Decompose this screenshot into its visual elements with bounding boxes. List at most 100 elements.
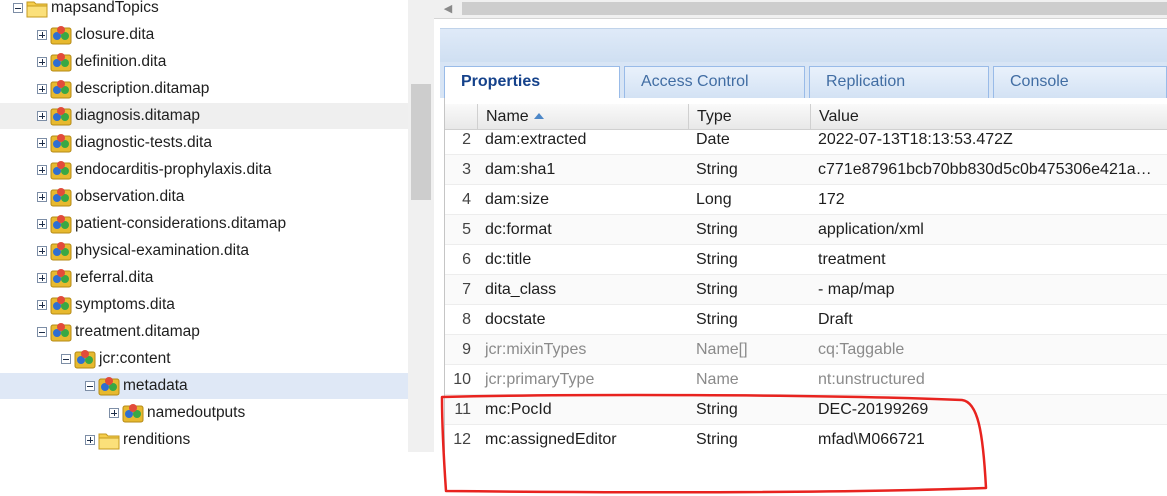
tree-item-label: physical-examination.dita (75, 242, 250, 259)
tab-strip: Properties Access Control Replication Co… (440, 62, 1167, 99)
expand-icon[interactable] (37, 84, 47, 94)
tree-item[interactable]: closure.dita (0, 22, 408, 48)
property-name: docstate (485, 311, 546, 328)
node-icon (50, 105, 72, 127)
table-row[interactable]: 10 jcr:primaryType Name nt:unstructured (445, 365, 1167, 395)
expand-icon[interactable] (37, 300, 47, 310)
properties-grid: Name Type Value 2 dam:extracted Date 2022-0… (444, 98, 1167, 452)
row-number: 8 (462, 311, 471, 328)
expand-icon[interactable] (109, 408, 119, 418)
property-type: String (696, 251, 738, 268)
tree-item[interactable]: renditions (0, 427, 408, 453)
tree-item-label: description.ditamap (75, 80, 210, 97)
node-icon (50, 321, 72, 343)
tree-item-label: definition.dita (75, 53, 167, 70)
expand-icon[interactable] (37, 219, 47, 229)
tree-item[interactable]: metadata (0, 373, 408, 399)
expand-icon[interactable] (37, 165, 47, 175)
horizontal-scrollbar[interactable]: ◀ (434, 0, 1167, 19)
tree-item-label: mapsandTopics (51, 0, 159, 16)
tree-item[interactable]: namedoutputs (0, 400, 408, 426)
column-header-name[interactable]: Name (477, 104, 687, 129)
table-row[interactable]: 4 dam:size Long 172 (445, 185, 1167, 215)
tree-item[interactable]: symptoms.dita (0, 292, 408, 318)
tree-item[interactable]: definition.dita (0, 49, 408, 75)
table-row[interactable]: 5 dc:format String application/xml (445, 215, 1167, 245)
table-row[interactable]: 3 dam:sha1 String c771e87961bcb70bb830d5c0b… (445, 155, 1167, 185)
property-value: treatment (818, 251, 886, 268)
tree-item[interactable]: endocarditis-prophylaxis.dita (0, 157, 408, 183)
tree-item[interactable]: physical-examination.dita (0, 238, 408, 264)
node-icon (50, 51, 72, 73)
expand-icon[interactable] (37, 57, 47, 67)
tree-item[interactable]: referral.dita (0, 265, 408, 291)
collapse-icon[interactable] (61, 354, 71, 364)
table-row[interactable]: 6 dc:title String treatment (445, 245, 1167, 275)
property-name: dc:title (485, 251, 532, 268)
tree-item[interactable]: treatment.ditamap (0, 319, 408, 345)
node-icon (50, 240, 72, 262)
property-value: Draft (818, 311, 853, 328)
expand-icon[interactable] (37, 192, 47, 202)
tree-scrollbar[interactable] (408, 0, 434, 452)
property-type: String (696, 161, 738, 178)
expand-icon[interactable] (37, 30, 47, 40)
expand-icon[interactable] (37, 273, 47, 283)
tree-item[interactable]: description.ditamap (0, 76, 408, 102)
property-type: Date (696, 131, 730, 148)
property-type: String (696, 311, 738, 328)
tree-scrollbar-thumb[interactable] (411, 84, 431, 200)
tree-item[interactable]: diagnostic-tests.dita (0, 130, 408, 156)
property-name: dc:format (485, 221, 552, 238)
tree-item-label: renditions (123, 431, 191, 448)
tab-access-control[interactable]: Access Control (624, 66, 805, 98)
column-header-value[interactable]: Value (810, 104, 1167, 129)
property-type: String (696, 281, 738, 298)
property-value: application/xml (818, 221, 924, 238)
property-name: dam:sha1 (485, 161, 556, 178)
table-row[interactable]: 7 dita_class String - map/map (445, 275, 1167, 305)
property-type: String (696, 221, 738, 238)
column-header-type[interactable]: Type (688, 104, 809, 129)
table-row[interactable]: 9 jcr:mixinTypes Name[] cq:Taggable (445, 335, 1167, 365)
repository-tree: mapsandTopics closure.dita definition.dita… (0, 0, 408, 496)
property-name: dam:size (485, 191, 550, 208)
tree-item[interactable]: observation.dita (0, 184, 408, 210)
collapse-icon[interactable] (37, 327, 47, 337)
collapse-icon[interactable] (13, 3, 23, 13)
table-row[interactable]: 11 mc:PocId String DEC-20199269 (445, 395, 1167, 425)
table-row[interactable]: 12 mc:assignedEditor String mfad\M066721 (445, 425, 1167, 452)
tree-item-label: referral.dita (75, 269, 154, 286)
property-name: jcr:primaryType (485, 371, 595, 388)
expand-icon[interactable] (37, 138, 47, 148)
properties-panel: ◀ Properties Access Control Replication … (434, 0, 1167, 496)
grid-body: 2 dam:extracted Date 2022-07-13T18:13:53.47… (445, 130, 1167, 452)
row-number: 2 (462, 131, 471, 148)
property-value: 172 (818, 191, 845, 208)
tab-replication[interactable]: Replication (809, 66, 989, 98)
tree-item[interactable]: patient-considerations.ditamap (0, 211, 408, 237)
table-row[interactable]: 2 dam:extracted Date 2022-07-13T18:13:53.47… (445, 130, 1167, 155)
tree-item-label: jcr:content (99, 350, 171, 367)
scroll-left-arrow-icon[interactable]: ◀ (439, 2, 457, 16)
property-name: dam:extracted (485, 131, 587, 148)
tab-properties[interactable]: Properties (444, 66, 620, 99)
property-name: mc:assignedEditor (485, 431, 617, 448)
tab-console[interactable]: Console (993, 66, 1167, 98)
expand-icon[interactable] (85, 435, 95, 445)
property-name: mc:PocId (485, 401, 552, 418)
node-icon (50, 24, 72, 46)
tree-item[interactable]: mapsandTopics (0, 0, 408, 21)
table-row[interactable]: 8 docstate String Draft (445, 305, 1167, 335)
collapse-icon[interactable] (85, 381, 95, 391)
horizontal-scrollbar-thumb[interactable] (462, 2, 1167, 15)
tree-item-label: namedoutputs (147, 404, 246, 421)
panel-toolbar (440, 28, 1167, 63)
tree-item[interactable]: diagnosis.ditamap (0, 103, 408, 129)
tree-item[interactable]: jcr:content (0, 346, 408, 372)
tree-item-label: treatment.ditamap (75, 323, 200, 340)
folder-icon (98, 429, 120, 451)
node-icon (98, 375, 120, 397)
expand-icon[interactable] (37, 246, 47, 256)
expand-icon[interactable] (37, 111, 47, 121)
